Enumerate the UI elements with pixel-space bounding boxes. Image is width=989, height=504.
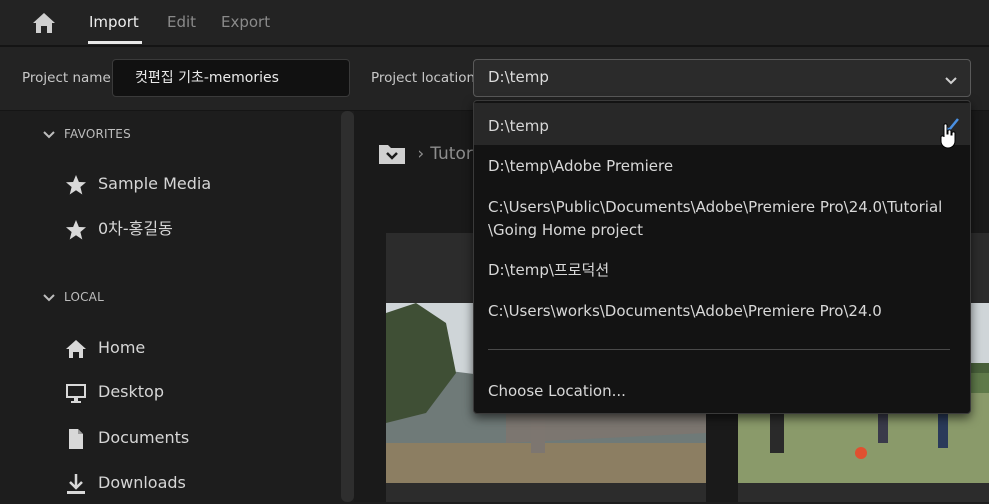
document-icon xyxy=(64,427,88,451)
chevron-down-icon xyxy=(43,293,55,301)
sidebar-item-label: Documents xyxy=(98,428,190,447)
local-title: LOCAL xyxy=(64,290,104,304)
monitor-icon xyxy=(64,381,88,405)
download-icon xyxy=(64,472,88,496)
sidebar-item-home[interactable]: Home xyxy=(64,335,145,361)
project-location-value: D:\temp xyxy=(488,68,549,86)
project-location-label: Project location xyxy=(371,70,476,86)
folder-icon[interactable] xyxy=(378,142,406,166)
breadcrumb-item[interactable]: Tutor xyxy=(430,144,473,164)
sidebar-item-sample-media[interactable]: Sample Media xyxy=(64,171,211,197)
home-icon xyxy=(64,337,88,361)
chevron-down-icon xyxy=(43,130,55,138)
dropdown-option-label-line2: \Going Home project xyxy=(488,221,643,239)
dropdown-option-tutorial[interactable]: C:\Users\Public\Documents\Adobe\Premiere… xyxy=(488,196,942,242)
choose-location-option[interactable]: Choose Location... xyxy=(488,380,626,403)
tab-edit[interactable]: Edit xyxy=(167,13,196,31)
dropdown-divider xyxy=(488,349,950,350)
dropdown-option-label-line1: C:\Users\Public\Documents\Adobe\Premiere… xyxy=(488,198,943,216)
star-icon xyxy=(64,218,88,242)
sidebar-item-0차-홍길동[interactable]: 0차-홍길동 xyxy=(64,216,173,242)
star-icon xyxy=(64,173,88,197)
chevron-down-icon xyxy=(944,72,958,85)
project-name-label: Project name xyxy=(22,70,111,86)
sidebar-item-label: Downloads xyxy=(98,473,186,492)
dropdown-option-adobe-premiere[interactable]: D:\temp\Adobe Premiere xyxy=(488,155,673,178)
sidebar-item-label: Desktop xyxy=(98,382,164,401)
tab-import[interactable]: Import xyxy=(89,13,139,31)
project-location-select[interactable]: D:\temp xyxy=(473,59,971,97)
favorites-title: FAVORITES xyxy=(64,127,131,141)
favorites-section-header[interactable]: FAVORITES xyxy=(42,127,131,141)
tab-export[interactable]: Export xyxy=(221,13,270,31)
breadcrumb-separator-icon: › xyxy=(417,144,425,164)
project-location-dropdown: D:\temp D:\temp\Adobe Premiere C:\Users\… xyxy=(473,100,971,414)
dropdown-option-production[interactable]: D:\temp\프로덕션 xyxy=(488,259,609,282)
sidebar-item-label: Home xyxy=(98,338,146,357)
sidebar-item-desktop[interactable]: Desktop xyxy=(64,379,164,405)
active-tab-indicator xyxy=(88,41,142,44)
project-name-input[interactable]: 컷편집 기초-memories xyxy=(112,59,350,97)
sidebar-scrollbar[interactable] xyxy=(341,111,354,502)
sidebar-item-label: 0차-홍길동 xyxy=(98,219,173,238)
sidebar-item-label: Sample Media xyxy=(98,174,212,193)
breadcrumb: › Tutor xyxy=(378,142,473,166)
sidebar-item-documents[interactable]: Documents xyxy=(64,425,189,451)
sidebar-item-downloads[interactable]: Downloads xyxy=(64,470,186,496)
dropdown-option-d-temp[interactable]: D:\temp xyxy=(488,115,549,138)
home-icon[interactable] xyxy=(30,10,58,36)
local-section-header[interactable]: LOCAL xyxy=(42,290,104,304)
dropdown-option-works[interactable]: C:\Users\works\Documents\Adobe\Premiere … xyxy=(488,300,882,323)
hand-cursor-icon xyxy=(937,123,959,149)
top-bar: Import Edit Export xyxy=(0,0,989,47)
